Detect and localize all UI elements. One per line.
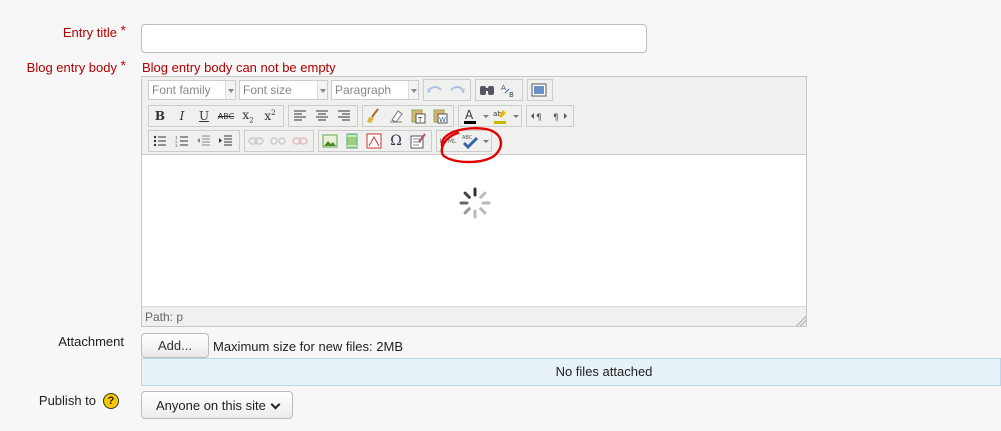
outdent-icon[interactable] [194, 131, 214, 151]
html-source-icon[interactable]: HTML [438, 131, 458, 151]
svg-text:T: T [417, 116, 423, 124]
redo-icon[interactable] [447, 80, 467, 100]
align-center-icon[interactable] [312, 106, 332, 126]
manage-files-icon[interactable] [364, 131, 384, 151]
rtl-icon[interactable]: ¶ [550, 106, 570, 126]
undo-icon[interactable] [425, 80, 445, 100]
publish-to-label: Publish to [38, 393, 96, 408]
paste-word-icon[interactable]: W [430, 106, 450, 126]
find-icon[interactable] [477, 80, 497, 100]
help-icon[interactable]: ? [103, 393, 119, 409]
svg-text:3: 3 [175, 143, 178, 147]
bold-icon[interactable]: B [150, 106, 170, 126]
editor-toolbar: Font family Font size Paragraph A B B I … [142, 77, 806, 155]
fullscreen-icon[interactable] [529, 80, 549, 100]
attachment-label: Attachment [58, 334, 124, 349]
ltr-icon[interactable]: ¶ [528, 106, 548, 126]
indent-icon[interactable] [216, 131, 236, 151]
link-icon[interactable] [246, 131, 266, 151]
text-color-dropdown[interactable] [482, 106, 490, 126]
font-size-select[interactable]: Font size [239, 80, 328, 100]
italic-icon[interactable]: I [172, 106, 192, 126]
svg-text:A: A [501, 84, 506, 92]
svg-text:¶: ¶ [536, 113, 542, 122]
publish-to-select[interactable]: Anyone on this site [141, 391, 293, 419]
superscript-icon[interactable]: x2 [260, 106, 280, 126]
align-right-icon[interactable] [334, 106, 354, 126]
svg-text:ABC: ABC [462, 135, 473, 141]
required-mark: * [120, 57, 126, 73]
spellcheck-icon[interactable]: ABC [460, 131, 480, 151]
blog-body-label: Blog entry body * [26, 57, 126, 75]
max-size-text: Maximum size for new files: 2MB [213, 339, 403, 354]
unlink-icon[interactable] [268, 131, 288, 151]
highlight-color-dropdown[interactable] [512, 106, 520, 126]
bullet-list-icon[interactable] [150, 131, 170, 151]
text-color-icon[interactable]: A [460, 106, 480, 126]
loading-spinner-icon [459, 187, 491, 219]
numbered-list-icon[interactable]: 123 [172, 131, 192, 151]
replace-icon[interactable]: AB [499, 80, 519, 100]
svg-text:A: A [465, 108, 474, 122]
file-drop-area[interactable]: No files attached [141, 358, 1001, 386]
no-files-text: No files attached [555, 364, 653, 379]
special-char-icon[interactable]: Ω [386, 131, 406, 151]
publish-selected-value: Anyone on this site [156, 398, 266, 413]
entry-title-input[interactable] [141, 24, 647, 53]
editor-path-bar: Path: p [142, 306, 806, 326]
chevron-down-icon [270, 399, 281, 410]
paste-text-icon[interactable]: T [408, 106, 428, 126]
path-text: Path: p [145, 310, 184, 324]
highlight-color-icon[interactable]: ab [490, 106, 510, 126]
editor-content-area[interactable] [142, 155, 806, 306]
underline-icon[interactable]: U [194, 106, 214, 126]
remove-format-icon[interactable] [386, 106, 406, 126]
insert-image-icon[interactable] [320, 131, 340, 151]
svg-text:W: W [439, 116, 446, 124]
insert-media-icon[interactable] [342, 131, 362, 151]
anchor-icon[interactable] [290, 131, 310, 151]
svg-text:¶: ¶ [553, 113, 559, 122]
add-file-button[interactable]: Add... [141, 333, 209, 358]
rich-text-editor[interactable]: Font family Font size Paragraph A B B I … [141, 76, 807, 327]
strikethrough-icon[interactable]: ABC [216, 106, 236, 126]
spellcheck-dropdown[interactable] [482, 131, 490, 151]
font-family-select[interactable]: Font family [148, 80, 236, 100]
svg-text:B: B [509, 91, 514, 98]
format-select[interactable]: Paragraph [331, 80, 419, 100]
cleanup-icon[interactable] [364, 106, 384, 126]
required-mark: * [120, 22, 126, 38]
blog-body-error: Blog entry body can not be empty [142, 60, 336, 75]
entry-title-label: Entry title * [62, 22, 126, 40]
resize-handle-icon[interactable] [796, 316, 806, 326]
table-icon[interactable] [408, 131, 428, 151]
align-left-icon[interactable] [290, 106, 310, 126]
subscript-icon[interactable]: x2 [238, 106, 258, 126]
